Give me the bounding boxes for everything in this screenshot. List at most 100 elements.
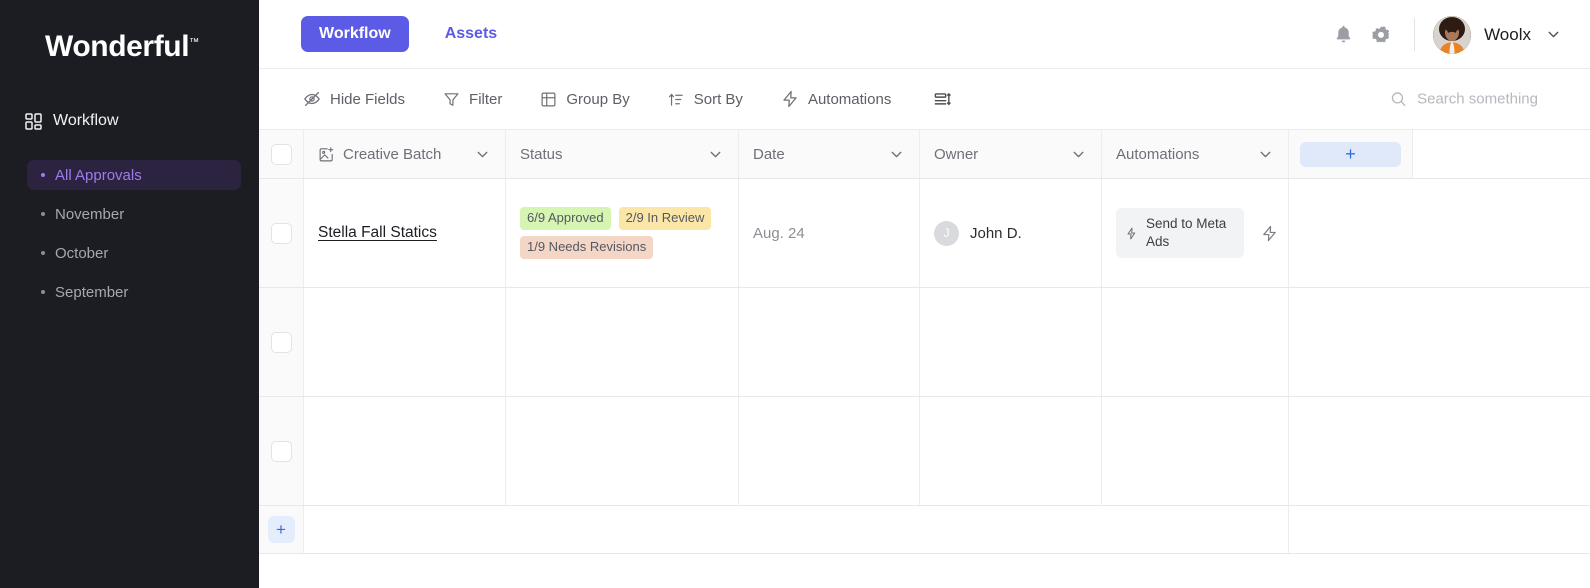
bell-icon: [1333, 24, 1354, 45]
owner-name: John D.: [970, 224, 1022, 242]
cell-creative-batch[interactable]: [304, 397, 506, 505]
cell-owner[interactable]: [920, 397, 1102, 505]
search-icon: [1390, 91, 1407, 108]
brand-logo: Wonderful™: [45, 30, 199, 64]
sidebar-item-label: September: [55, 283, 129, 301]
sidebar-item-label: October: [55, 244, 109, 262]
cell-creative-batch[interactable]: Stella Fall Statics: [304, 179, 506, 287]
table-row: [259, 288, 1590, 397]
tab-workflow[interactable]: Workflow: [301, 16, 409, 52]
add-row-button[interactable]: +: [267, 516, 295, 543]
chevron-down-icon: [1545, 26, 1562, 43]
sort-by-label: Sort By: [693, 90, 743, 108]
user-name: Woolx: [1484, 24, 1531, 44]
column-header-creative-batch[interactable]: Creative Batch: [304, 130, 506, 178]
search-placeholder: Search something: [1417, 90, 1538, 108]
column-header-status[interactable]: Status: [506, 130, 739, 178]
group-by-label: Group By: [566, 90, 630, 108]
column-menu-button[interactable]: [474, 146, 491, 163]
row-checkbox[interactable]: [270, 331, 292, 353]
search-input[interactable]: Search something: [1390, 91, 1538, 108]
cell-automations[interactable]: [1102, 288, 1289, 396]
select-all-cell: [259, 130, 304, 178]
filter-button[interactable]: Filter: [443, 91, 502, 108]
hide-fields-label: Hide Fields: [330, 90, 406, 108]
sidebar-item-september[interactable]: September: [27, 277, 241, 307]
column-label: Status: [520, 145, 563, 163]
divider: [1414, 18, 1416, 51]
row-select-cell: [259, 179, 304, 287]
column-menu-button[interactable]: [707, 146, 724, 163]
column-label: Date: [753, 145, 785, 163]
cell-date[interactable]: Aug. 24: [739, 179, 920, 287]
row-height-button[interactable]: [933, 90, 952, 109]
sidebar-item-october[interactable]: October: [27, 238, 241, 268]
row-height-icon: [933, 90, 952, 109]
add-row-row: +: [259, 506, 1590, 554]
select-all-checkbox[interactable]: [270, 143, 292, 165]
sort-asc-icon: [668, 91, 685, 108]
automation-plug-icon: [1125, 227, 1138, 240]
column-header-automations[interactable]: Automations: [1102, 130, 1289, 178]
sidebar-section-workflow[interactable]: Workflow: [25, 112, 119, 130]
column-label: Owner: [934, 145, 979, 163]
add-row-cell: +: [259, 506, 304, 553]
run-automation-button[interactable]: [1261, 225, 1278, 242]
notifications-button[interactable]: [1324, 16, 1362, 54]
status-badge: 6/9 Approved: [520, 207, 611, 230]
column-label: Automations: [1116, 145, 1200, 163]
filter-label: Filter: [469, 90, 503, 108]
sidebar-section-label: Workflow: [53, 112, 119, 129]
column-menu-button[interactable]: [1070, 146, 1087, 163]
avatar[interactable]: [1433, 15, 1472, 54]
group-by-button[interactable]: Group By: [540, 90, 630, 108]
sidebar-item-label: November: [55, 205, 125, 223]
lightning-icon: [781, 90, 799, 108]
automation-label: Send to Meta Ads: [1146, 216, 1227, 249]
cell-automations[interactable]: Send to Meta Ads: [1102, 179, 1289, 287]
cell-status[interactable]: 6/9 Approved 2/9 In Review 1/9 Needs Rev…: [506, 179, 739, 287]
user-menu-button[interactable]: [1545, 26, 1562, 43]
automation-chip[interactable]: Send to Meta Ads: [1116, 208, 1244, 258]
column-header-owner[interactable]: Owner: [920, 130, 1102, 178]
owner-chip: J John D.: [934, 220, 1022, 246]
sidebar-item-november[interactable]: November: [27, 199, 241, 229]
row-checkbox[interactable]: [270, 440, 292, 462]
sort-by-button[interactable]: Sort By: [668, 91, 743, 108]
cell-status[interactable]: [506, 397, 739, 505]
top-right-controls: Woolx: [1324, 0, 1562, 69]
add-column-button[interactable]: +: [1300, 141, 1401, 167]
table-toolbar: Hide Fields Filter Group By Sort By Auto…: [259, 69, 1590, 130]
settings-button[interactable]: [1362, 16, 1400, 54]
column-menu-button[interactable]: [1257, 146, 1274, 163]
cell-date[interactable]: [739, 288, 920, 396]
brand-trademark: ™: [189, 37, 199, 48]
cell-date[interactable]: [739, 397, 920, 505]
brand-name: Wonderful: [45, 30, 190, 63]
automations-button[interactable]: Automations: [781, 90, 891, 108]
status-badge: 2/9 In Review: [618, 207, 712, 230]
sidebar-item-all-approvals[interactable]: All Approvals: [27, 160, 241, 190]
column-menu-button[interactable]: [888, 146, 905, 163]
hide-fields-button[interactable]: Hide Fields: [303, 90, 405, 108]
grid-icon: [25, 112, 42, 130]
funnel-icon: [443, 91, 460, 108]
column-header-date[interactable]: Date: [739, 130, 920, 178]
row-checkbox[interactable]: [270, 222, 292, 244]
cell-owner[interactable]: [920, 288, 1102, 396]
status-badge-group: 6/9 Approved 2/9 In Review 1/9 Needs Rev…: [520, 207, 724, 259]
status-badge: 1/9 Needs Revisions: [520, 236, 654, 259]
creative-batch-link[interactable]: Stella Fall Statics: [318, 224, 437, 242]
cell-status[interactable]: [506, 288, 739, 396]
user-avatar: [1433, 15, 1472, 54]
cell-owner[interactable]: J John D.: [920, 179, 1102, 287]
table-row: [259, 397, 1590, 506]
cell-creative-batch[interactable]: [304, 288, 506, 396]
eye-off-icon: [303, 90, 321, 108]
add-row-spacer: [304, 506, 1289, 553]
tab-assets[interactable]: Assets: [445, 25, 497, 43]
column-label: Creative Batch: [343, 145, 442, 163]
main-content: Workflow Assets Woolx Hide Fields Filter…: [259, 0, 1590, 588]
app-root: Wonderful™ Workflow All Approvals Novemb…: [0, 0, 1590, 588]
cell-automations[interactable]: [1102, 397, 1289, 505]
